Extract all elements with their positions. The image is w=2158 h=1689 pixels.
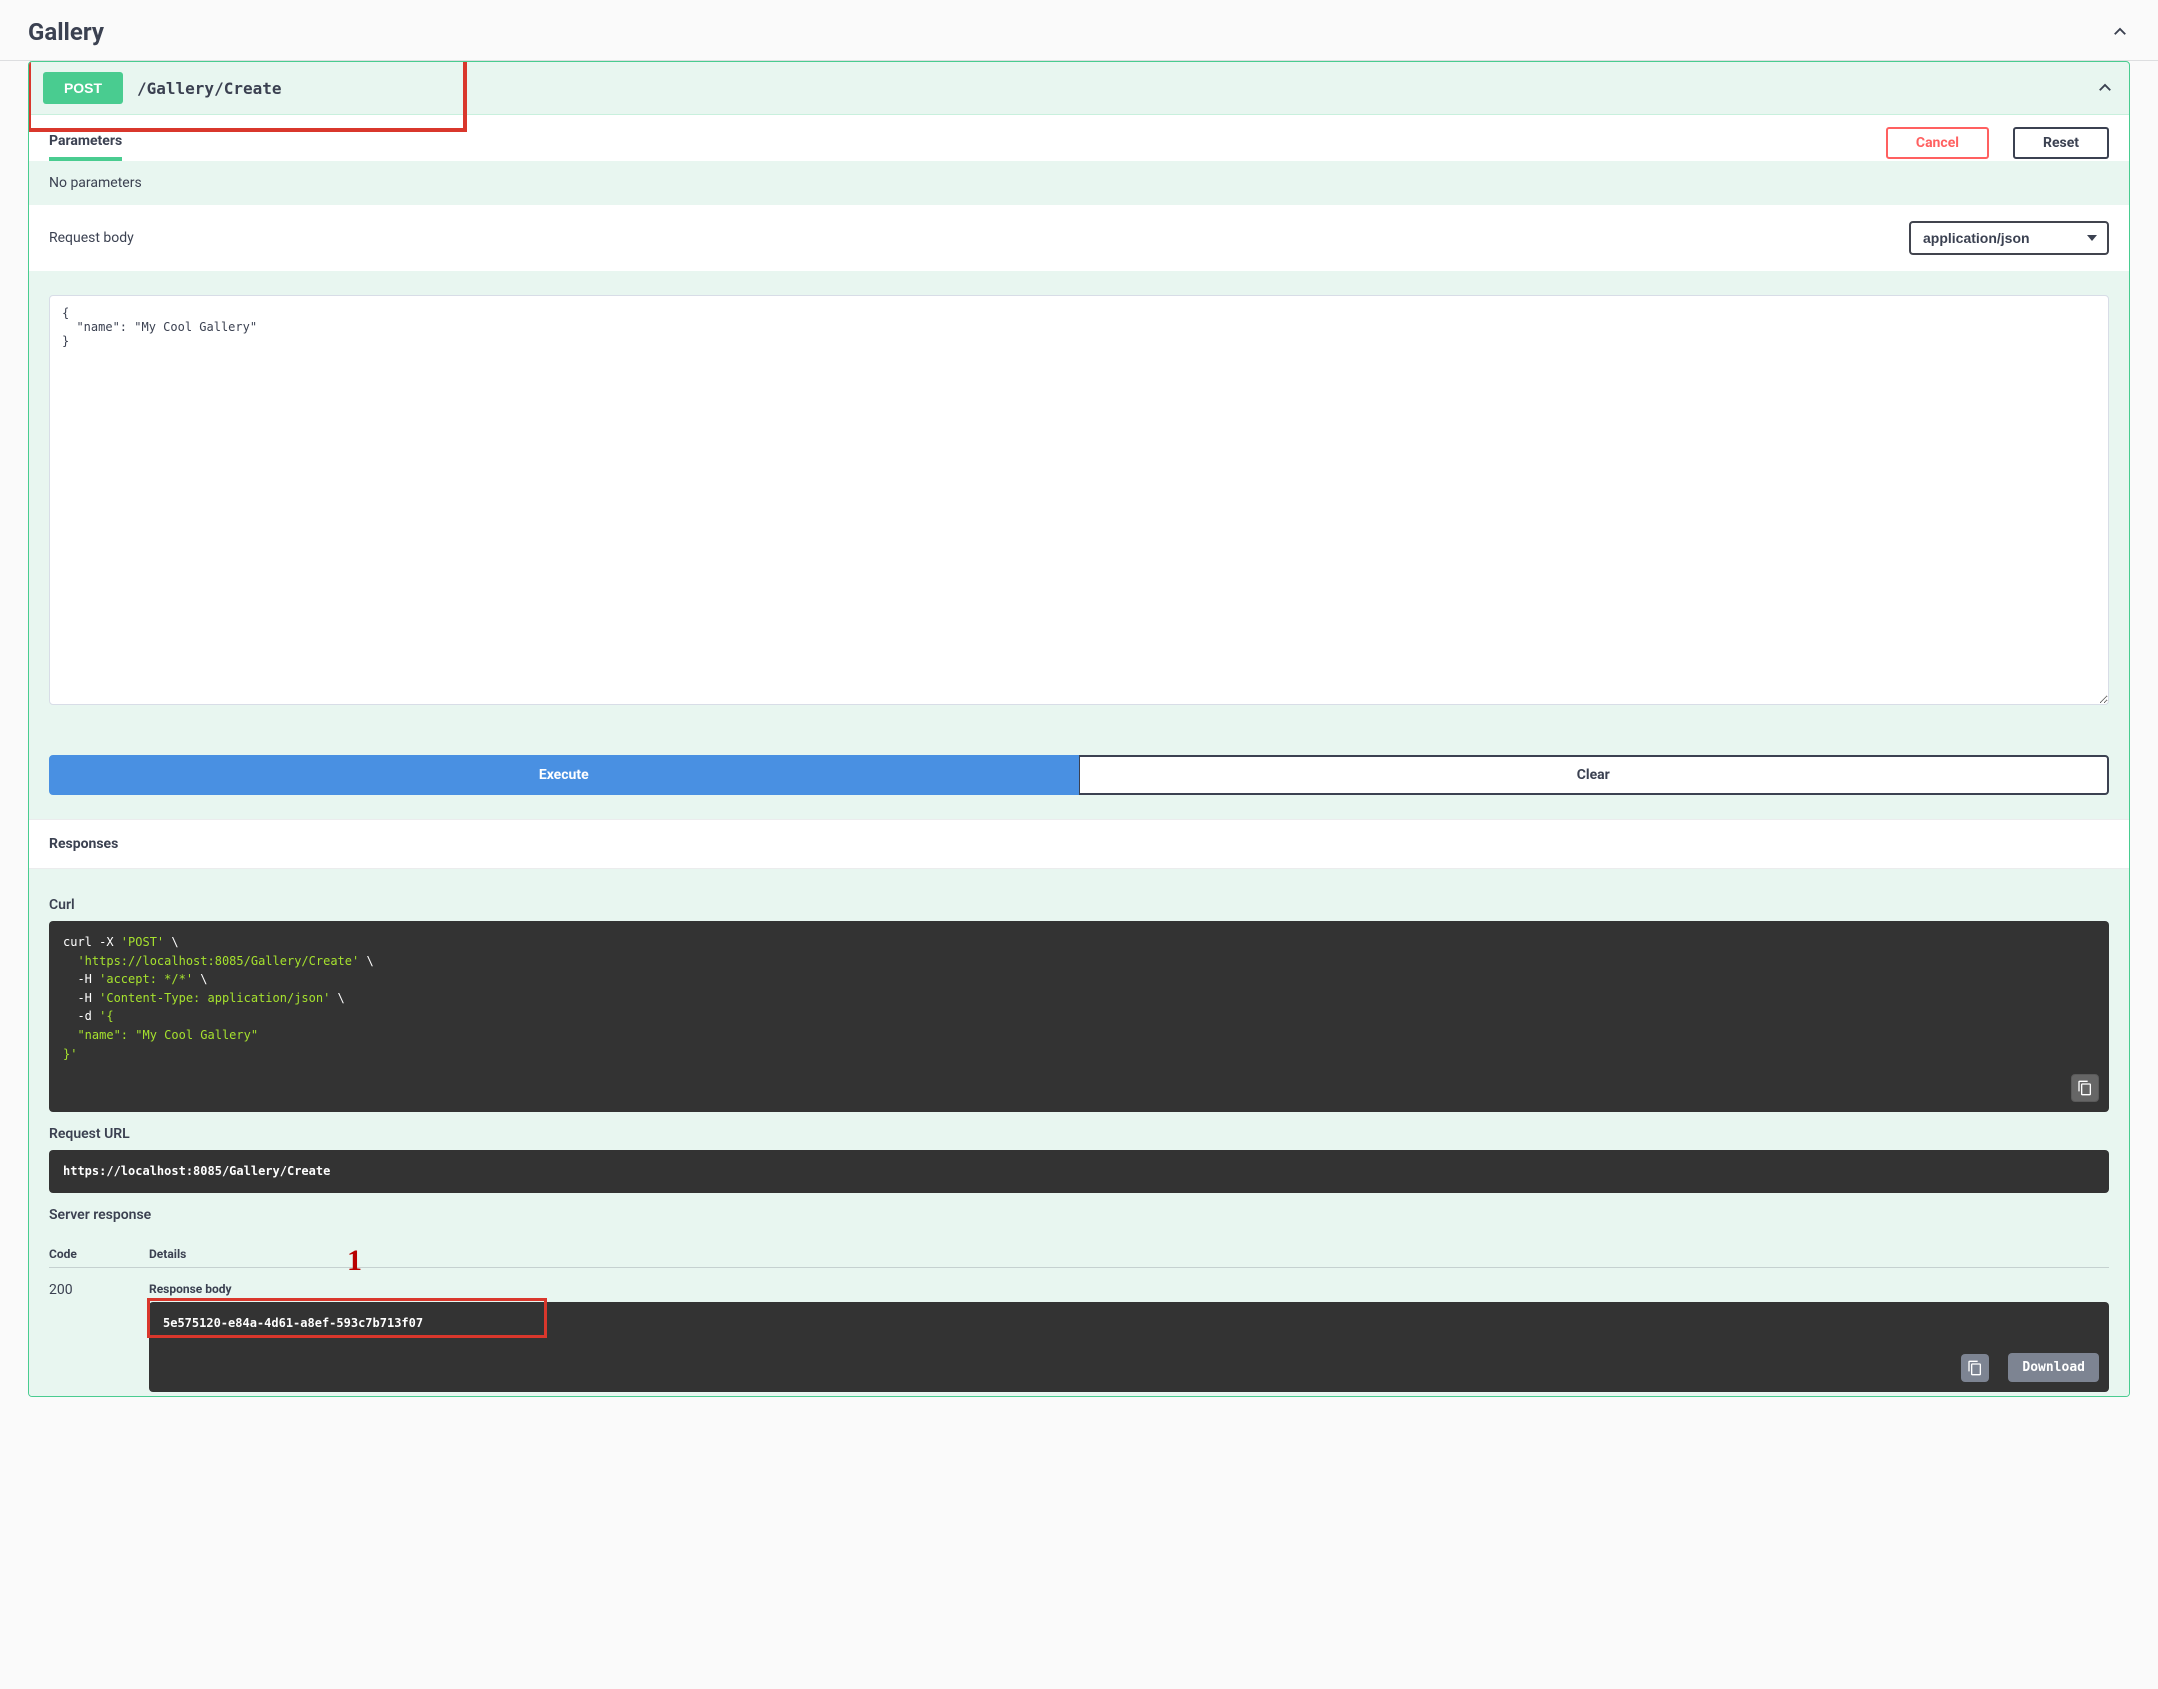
request-body-row: Request body application/json [29, 205, 2129, 271]
tag-title: Gallery [28, 18, 104, 46]
operation-header[interactable]: POST /Gallery/Create [29, 62, 2129, 114]
no-parameters-text: No parameters [29, 161, 2129, 205]
response-code: 200 [49, 1282, 89, 1298]
chevron-up-icon [2095, 78, 2115, 98]
response-body-sublabel: Response body [149, 1282, 2109, 1296]
request-url-block: https://localhost:8085/Gallery/Create [49, 1150, 2109, 1193]
operation-block: POST /Gallery/Create Parameters Cancel R… [28, 61, 2130, 1397]
copy-response-button[interactable] [1961, 1354, 1989, 1382]
chevron-up-icon [2110, 22, 2130, 42]
parameters-bar: Parameters Cancel Reset [29, 114, 2129, 161]
server-response-row: 200 1 Response body 5e575120-e84a-4d61-a… [49, 1268, 2109, 1392]
parameters-tab[interactable]: Parameters [49, 125, 122, 161]
request-body-editor[interactable] [49, 295, 2109, 705]
col-code: Code [49, 1247, 89, 1261]
server-response-columns: Code Details [49, 1237, 2109, 1268]
cancel-button[interactable]: Cancel [1886, 127, 1989, 159]
reset-button[interactable]: Reset [2013, 127, 2109, 159]
request-body-label: Request body [49, 230, 134, 246]
response-body-block: 5e575120-e84a-4d61-a8ef-593c7b713f07 Dow… [149, 1302, 2109, 1392]
response-body-value: 5e575120-e84a-4d61-a8ef-593c7b713f07 [163, 1316, 423, 1330]
col-details: Details [149, 1247, 186, 1261]
responses-header: Responses [29, 819, 2129, 869]
body-editor-wrap [29, 271, 2129, 713]
content-type-select[interactable]: application/json [1909, 221, 2109, 255]
download-button[interactable]: Download [2008, 1353, 2099, 1382]
request-url-label: Request URL [49, 1126, 2109, 1142]
tag-header[interactable]: Gallery [0, 0, 2158, 61]
copy-curl-button[interactable] [2071, 1074, 2099, 1102]
execute-button[interactable]: Execute [49, 755, 1079, 795]
responses-body: Curl curl -X 'POST' \ 'https://localhost… [29, 869, 2129, 1396]
curl-block: curl -X 'POST' \ 'https://localhost:8085… [49, 921, 2109, 1112]
server-response-label: Server response [49, 1207, 2109, 1223]
clear-button[interactable]: Clear [1079, 755, 2110, 795]
operation-path: /Gallery/Create [137, 79, 282, 98]
execute-row: Execute Clear [29, 713, 2129, 819]
method-badge: POST [43, 72, 123, 104]
curl-label: Curl [49, 897, 2109, 913]
